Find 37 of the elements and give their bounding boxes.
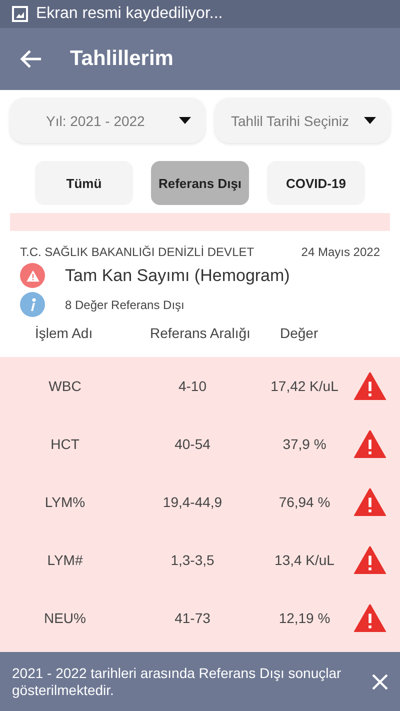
table-cell-text: 1,3-3,5 [170,552,216,568]
summary-text: 8 Değer Referans Dışı [65,298,184,312]
snackbar-message: 2021 - 2022 tarihleri arasında Referans Dışı sonuçlar gösterilmektedir. [12,664,342,698]
table-cell-text: 40-54 [174,436,212,452]
image-icon [12,6,28,22]
close-button[interactable] [372,674,388,690]
filter-tab[interactable]: COVID-19 [267,161,365,205]
table-cell-text: 17,42 K/uL [270,378,340,394]
dropdown[interactable]: Yıl: 2021 - 2022 [10,98,205,143]
institution-name: T.C. SAĞLIK BAKANLIĞI DENİZLİ DEVLET [20,245,254,259]
table-cell-text: LYM% [44,494,86,510]
result-date: 24 Mayıs 2022 [301,245,380,259]
test-name: Tam Kan Sayımı (Hemogram) [65,266,290,286]
back-button[interactable] [20,49,42,69]
column-header: Referans Aralığı [150,325,252,341]
filter-tab[interactable]: Tümü [35,161,133,205]
filter-tab[interactable]: Referans Dışı [151,161,249,205]
table-cell-text: NEU% [42,610,87,626]
table-cell-text: 76,94 % [278,494,332,510]
screen-title: Tahlillerim [70,47,174,71]
table-cell-text: 37,9 % [282,436,328,452]
table-cell-text: 41-73 [174,610,212,626]
caret-icon [364,117,376,124]
table-cell-text: 19,4-44,9 [162,494,224,510]
table-cell-text: 12,19 % [278,610,332,626]
column-header: Değer [280,325,320,341]
info-icon [20,292,45,317]
table-cell-text: WBC [48,378,82,394]
table-cell-text: LYM# [46,552,84,568]
notification-text: Ekran resmi kaydediliyor... [36,5,223,23]
caret-icon [179,117,191,124]
table-cell-text: 13,4 K/uL [274,552,336,568]
table-cell-text: HCT [50,436,80,452]
column-header: İşlem Adı [35,325,94,341]
dropdown[interactable]: Tahlil Tarihi Seçiniz [215,98,390,143]
table-cell-text: 4-10 [177,378,208,394]
warning-badge-icon [20,263,45,288]
